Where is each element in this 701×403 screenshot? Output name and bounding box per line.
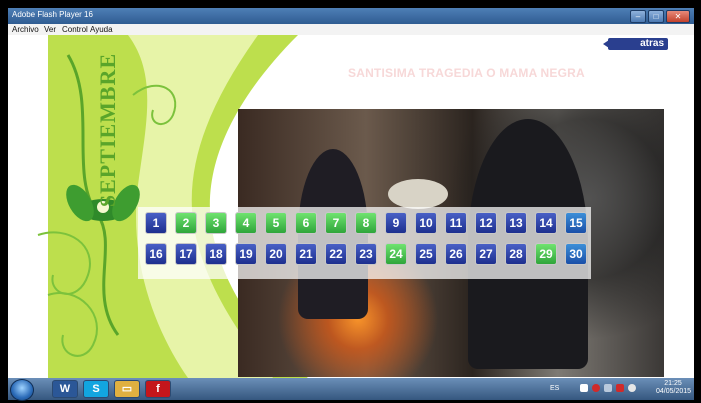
- skype-icon[interactable]: S: [83, 380, 109, 398]
- day-button-12[interactable]: 12: [475, 212, 497, 234]
- day-button-25[interactable]: 25: [415, 243, 437, 265]
- menu-ver[interactable]: Ver: [44, 24, 56, 35]
- day-button-10[interactable]: 10: [415, 212, 437, 234]
- day-button-1[interactable]: 1: [145, 212, 167, 234]
- day-button-18[interactable]: 18: [205, 243, 227, 265]
- word-icon[interactable]: W: [52, 380, 78, 398]
- day-button-14[interactable]: 14: [535, 212, 557, 234]
- menu-ayuda[interactable]: Ayuda: [90, 24, 113, 35]
- flash-stage: atras SANTISIMA TRAGEDIA O MAMA NEGRA SE…: [8, 35, 694, 378]
- day-button-2[interactable]: 2: [175, 212, 197, 234]
- day-button-15[interactable]: 15: [565, 212, 587, 234]
- day-button-20[interactable]: 20: [265, 243, 287, 265]
- day-button-7[interactable]: 7: [325, 212, 347, 234]
- network-icon[interactable]: [592, 384, 600, 392]
- month-label: SEPTIEMBRE: [95, 52, 120, 208]
- day-button-6[interactable]: 6: [295, 212, 317, 234]
- day-button-11[interactable]: 11: [445, 212, 467, 234]
- title-bar: Adobe Flash Player 16 – □ ✕: [8, 8, 694, 24]
- window-controls: – □ ✕: [630, 10, 690, 23]
- calendar-row-1: 1 2 3 4 5 6 7 8 9 10 11 12 13 14 15: [145, 212, 587, 234]
- screen-frame: Adobe Flash Player 16 – □ ✕ Archivo Ver …: [0, 0, 701, 403]
- clock-date: 04/05/2015: [656, 388, 692, 395]
- taskbar: W S ▭ f ES 21:25 04/05/2015: [8, 378, 694, 401]
- day-button-19[interactable]: 19: [235, 243, 257, 265]
- minimize-button[interactable]: –: [630, 10, 646, 23]
- day-button-21[interactable]: 21: [295, 243, 317, 265]
- flash-icon[interactable]: f: [145, 380, 171, 398]
- clock[interactable]: 21:25 04/05/2015: [656, 380, 692, 396]
- folder-icon[interactable]: ▭: [114, 380, 140, 398]
- day-button-28[interactable]: 28: [505, 243, 527, 265]
- day-button-22[interactable]: 22: [325, 243, 347, 265]
- language-indicator[interactable]: ES: [550, 385, 559, 392]
- clock-time: 21:25: [664, 380, 682, 387]
- calendar-row-2: 16 17 18 19 20 21 22 23 24 25 26 27 28 29 30: [145, 243, 587, 265]
- start-button[interactable]: [10, 379, 34, 401]
- flag-icon[interactable]: [580, 384, 588, 392]
- day-button-29[interactable]: 29: [535, 243, 557, 265]
- page-heading: SANTISIMA TRAGEDIA O MAMA NEGRA: [348, 66, 585, 80]
- window-title: Adobe Flash Player 16: [12, 10, 93, 19]
- day-button-8[interactable]: 8: [355, 212, 377, 234]
- atras-button[interactable]: atras: [603, 38, 668, 50]
- menu-archivo[interactable]: Archivo: [12, 24, 39, 35]
- day-button-5[interactable]: 5: [265, 212, 287, 234]
- security-icon[interactable]: [616, 384, 624, 392]
- day-button-27[interactable]: 27: [475, 243, 497, 265]
- volume-icon[interactable]: [628, 384, 636, 392]
- day-button-13[interactable]: 13: [505, 212, 527, 234]
- day-button-26[interactable]: 26: [445, 243, 467, 265]
- day-button-16[interactable]: 16: [145, 243, 167, 265]
- day-button-24[interactable]: 24: [385, 243, 407, 265]
- day-button-17[interactable]: 17: [175, 243, 197, 265]
- month-title: SEPTIEMBRE: [88, 45, 128, 215]
- power-icon[interactable]: [604, 384, 612, 392]
- close-button[interactable]: ✕: [666, 10, 690, 23]
- menu-control[interactable]: Control: [62, 24, 88, 35]
- day-button-9[interactable]: 9: [385, 212, 407, 234]
- day-button-23[interactable]: 23: [355, 243, 377, 265]
- maximize-button[interactable]: □: [648, 10, 664, 23]
- day-button-4[interactable]: 4: [235, 212, 257, 234]
- day-button-3[interactable]: 3: [205, 212, 227, 234]
- day-button-30[interactable]: 30: [565, 243, 587, 265]
- bowl-shape: [388, 179, 448, 209]
